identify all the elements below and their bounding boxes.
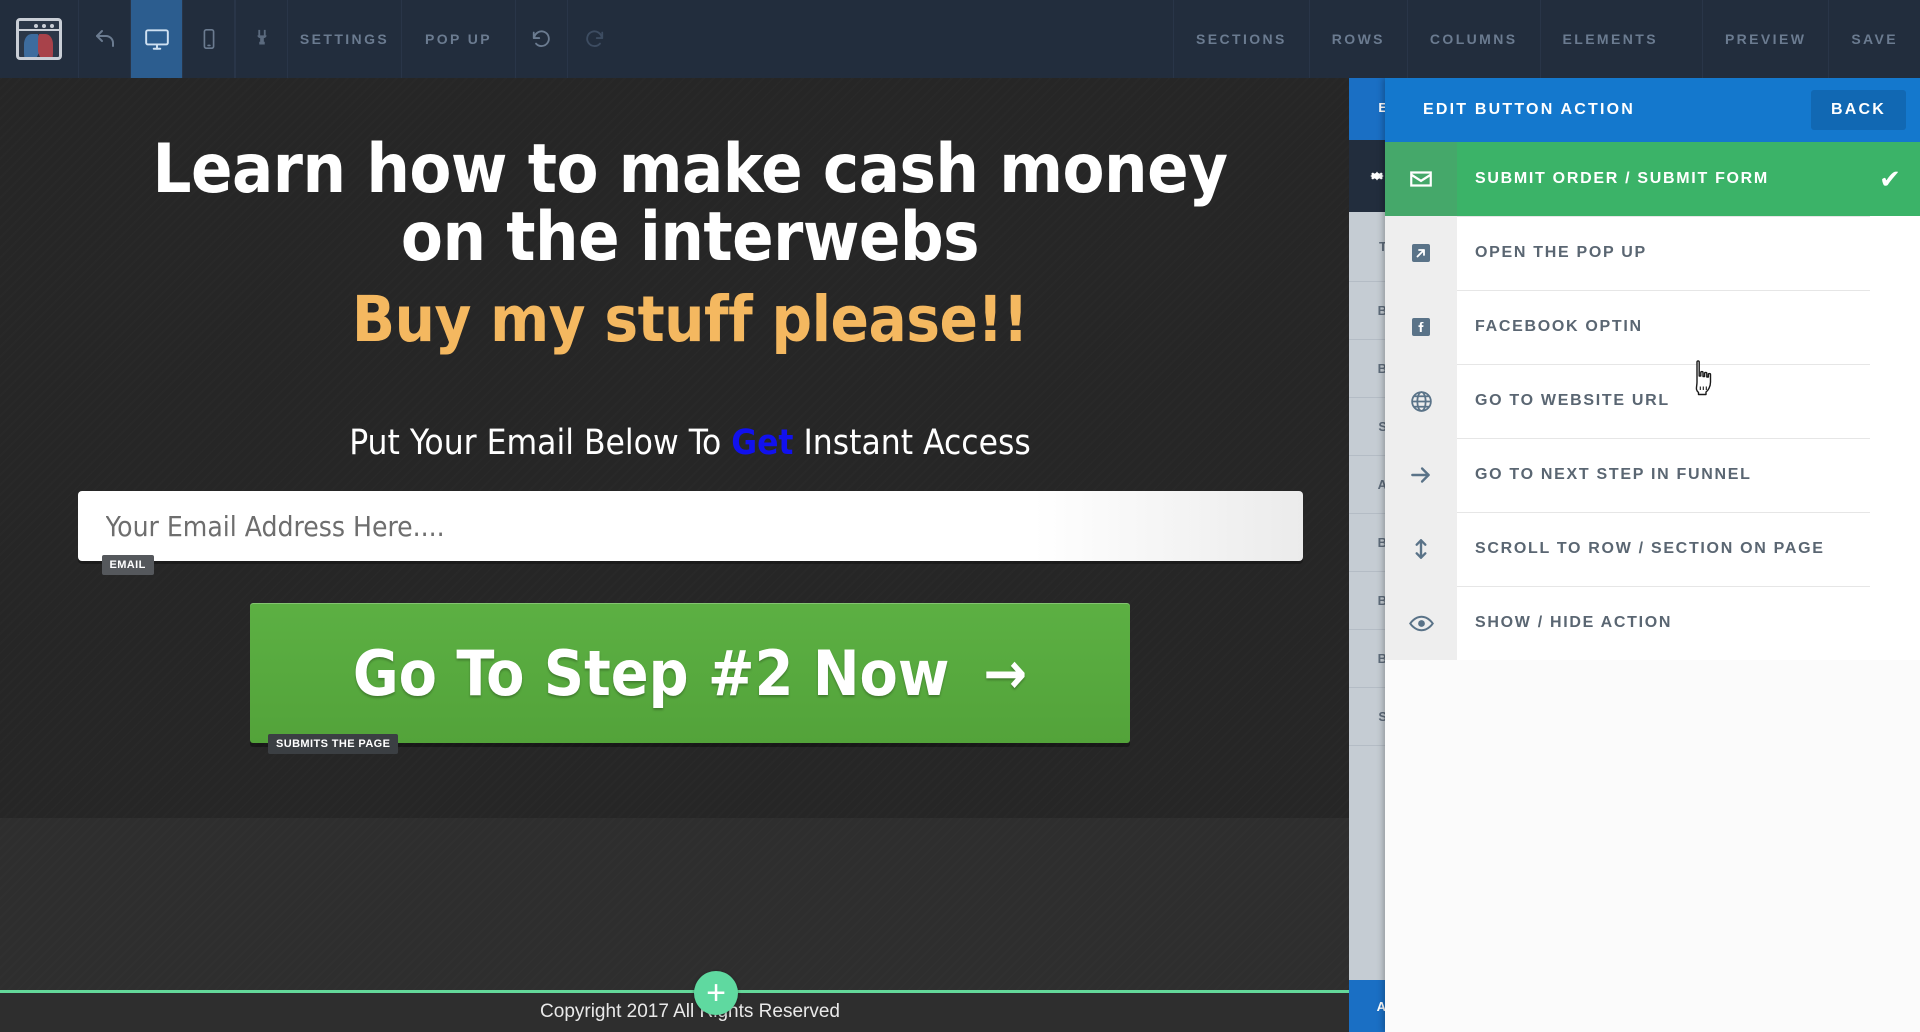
popup-button[interactable]: POP UP xyxy=(401,0,515,78)
action-panel-title: EDIT BUTTON ACTION xyxy=(1423,101,1636,118)
arrow-right-icon: → xyxy=(983,639,1028,707)
back-button[interactable]: BACK xyxy=(1810,90,1906,130)
check-slot xyxy=(1860,438,1920,512)
sections-button[interactable]: SECTIONS xyxy=(1173,0,1309,78)
edit-button-action-panel: EDIT BUTTON ACTION BACK SUBMIT ORDER / S… xyxy=(1385,78,1920,1032)
cta-element-tag: SUBMITS THE PAGE xyxy=(268,734,399,754)
page-canvas[interactable]: Learn how to make cash money on the inte… xyxy=(0,78,1380,1032)
action-item-open-popup[interactable]: OPEN THE POP UP xyxy=(1385,216,1920,290)
action-item-show-hide[interactable]: SHOW / HIDE ACTION xyxy=(1385,586,1920,660)
action-panel-header: EDIT BUTTON ACTION BACK xyxy=(1385,78,1920,142)
subhead-prefix: Put Your Email Below To xyxy=(349,423,732,463)
preview-button[interactable]: PREVIEW xyxy=(1701,0,1828,78)
integrations-button[interactable] xyxy=(235,0,287,78)
action-list: SUBMIT ORDER / SUBMIT FORM ✔ OPEN THE PO… xyxy=(1385,142,1920,1032)
action-item-label: SCROLL TO ROW / SECTION ON PAGE xyxy=(1457,512,1860,586)
settings-button[interactable]: SETTINGS xyxy=(287,0,401,78)
save-button[interactable]: SAVE xyxy=(1828,0,1920,78)
action-item-label: FACEBOOK OPTIN xyxy=(1457,290,1860,364)
undo-icon xyxy=(93,27,117,51)
email-field-wrapper: EMAIL xyxy=(77,491,1303,575)
email-input[interactable] xyxy=(77,491,1303,561)
facebook-icon xyxy=(1385,290,1457,364)
cta-wrapper: Go To Step #2 Now → SUBMITS THE PAGE xyxy=(250,603,1130,754)
external-link-icon xyxy=(1385,216,1457,290)
arrows-vertical-icon xyxy=(1385,512,1457,586)
rows-button[interactable]: ROWS xyxy=(1308,0,1407,78)
email-element-tag: EMAIL xyxy=(101,555,154,575)
page-headline: Learn how to make cash money on the inte… xyxy=(0,78,1380,356)
check-slot xyxy=(1860,364,1920,438)
subhead-highlight: Get xyxy=(731,423,794,463)
check-slot xyxy=(1860,290,1920,364)
clickfunnels-logo-icon xyxy=(16,18,62,60)
check-icon: ✔ xyxy=(1879,163,1901,194)
history-undo-button[interactable] xyxy=(515,0,567,78)
history-forward-icon xyxy=(583,28,605,50)
page-subheadline: Put Your Email Below To Get Instant Acce… xyxy=(0,423,1380,463)
action-item-label: OPEN THE POP UP xyxy=(1457,216,1860,290)
action-item-label: GO TO NEXT STEP IN FUNNEL xyxy=(1457,438,1860,512)
app-logo[interactable] xyxy=(0,0,78,78)
eye-icon xyxy=(1385,586,1457,660)
check-slot xyxy=(1860,216,1920,290)
globe-icon xyxy=(1385,364,1457,438)
envelope-icon xyxy=(1385,142,1457,216)
action-item-go-to-next-step[interactable]: GO TO NEXT STEP IN FUNNEL xyxy=(1385,438,1920,512)
cta-button[interactable]: Go To Step #2 Now → xyxy=(250,603,1130,743)
action-item-scroll-to-row[interactable]: SCROLL TO ROW / SECTION ON PAGE xyxy=(1385,512,1920,586)
footer-copyright: Copyright 2017 All Rights Reserved xyxy=(540,1001,840,1022)
desktop-icon xyxy=(144,26,170,52)
top-toolbar: SETTINGS POP UP SECTIONS ROWS COLUMNS EL… xyxy=(0,0,1920,78)
undo-button[interactable] xyxy=(78,0,130,78)
elements-button[interactable]: ELEMENTS xyxy=(1539,0,1680,78)
add-section-button[interactable]: + xyxy=(694,971,738,1015)
footer-section[interactable]: Copyright 2017 All Rights Reserved + xyxy=(0,971,1380,1032)
headline-line-2: on the interwebs xyxy=(400,198,980,277)
history-back-icon xyxy=(531,28,553,50)
arrow-right-icon xyxy=(1385,438,1457,512)
gear-icon xyxy=(1370,171,1384,181)
columns-button[interactable]: COLUMNS xyxy=(1406,0,1540,78)
action-item-label: SHOW / HIDE ACTION xyxy=(1457,586,1860,660)
cta-button-label: Go To Step #2 Now xyxy=(352,636,950,710)
mobile-view-button[interactable] xyxy=(182,0,234,78)
plug-icon xyxy=(251,28,273,50)
check-slot xyxy=(1860,586,1920,660)
history-redo-button[interactable] xyxy=(567,0,619,78)
action-item-go-to-website-url[interactable]: GO TO WEBSITE URL xyxy=(1385,364,1920,438)
hero-section[interactable]: Learn how to make cash money on the inte… xyxy=(0,78,1380,818)
subhead-suffix: Instant Access xyxy=(793,423,1031,463)
action-item-submit-order[interactable]: SUBMIT ORDER / SUBMIT FORM ✔ xyxy=(1385,142,1920,216)
empty-section[interactable] xyxy=(0,818,1380,990)
desktop-view-button[interactable] xyxy=(130,0,182,78)
action-item-label: SUBMIT ORDER / SUBMIT FORM xyxy=(1475,170,1769,187)
action-item-facebook-optin[interactable]: FACEBOOK OPTIN xyxy=(1385,290,1920,364)
action-item-label: GO TO WEBSITE URL xyxy=(1457,364,1860,438)
check-slot xyxy=(1860,512,1920,586)
headline-accent: Buy my stuff please!! xyxy=(351,283,1029,356)
mobile-icon xyxy=(198,28,220,50)
